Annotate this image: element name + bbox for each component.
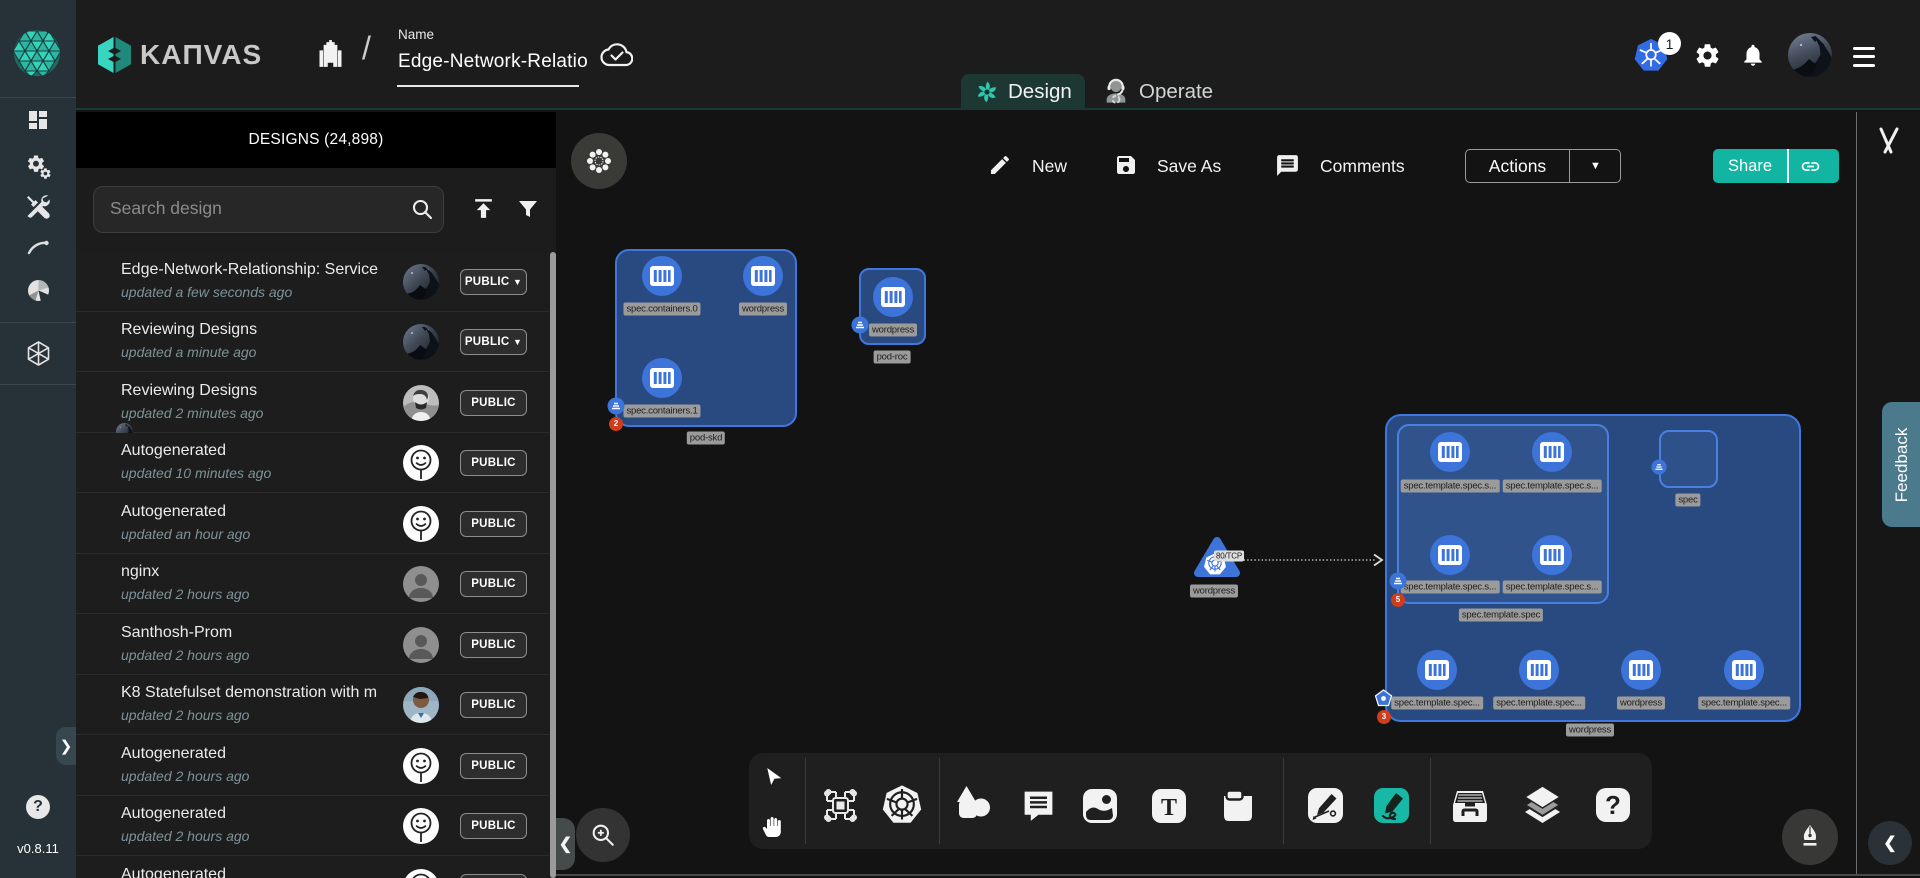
svg-text:T: T <box>1161 795 1177 821</box>
svg-text:?: ? <box>1605 790 1621 820</box>
